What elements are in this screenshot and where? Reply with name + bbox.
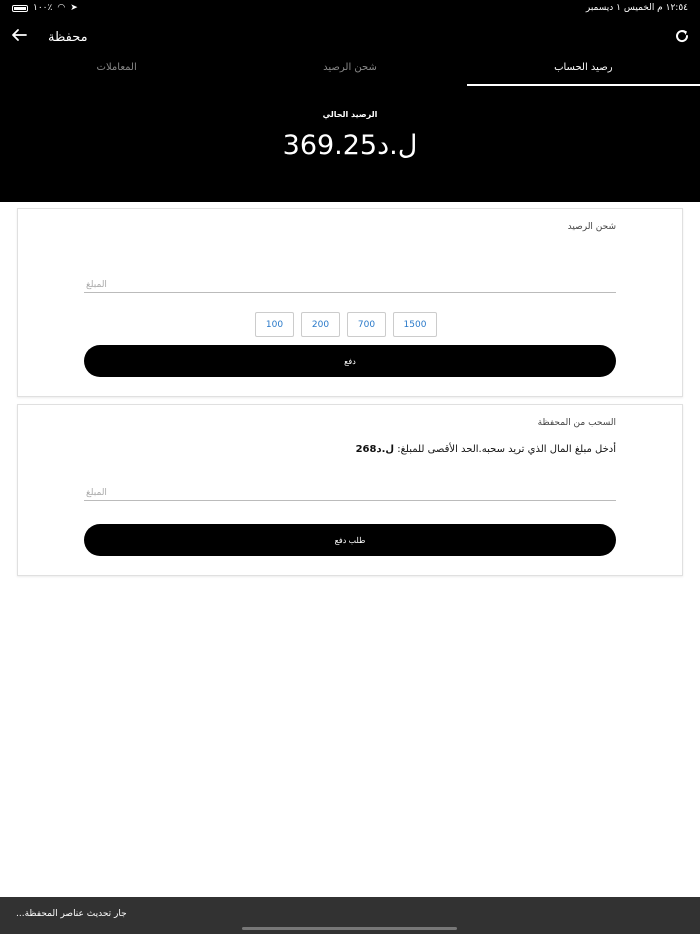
max-amount: ل.د268 <box>355 444 395 455</box>
chip-200[interactable]: 200 <box>301 312 340 337</box>
snackbar: جار تحديث عناصر المحفظة... <box>0 897 700 934</box>
chip-700[interactable]: 700 <box>347 312 386 337</box>
balance-label: الرصيد الحالي <box>322 110 378 119</box>
wifi-icon: ◠ <box>57 2 66 13</box>
wallet-header: ١٠٠٪ ◠ ➤ ١٢:٥٤ م الخميس ١ ديسمبر محفظة ا… <box>0 0 700 202</box>
battery-level: ١٠٠٪ <box>33 3 53 13</box>
battery-icon <box>12 4 28 12</box>
tab-transactions[interactable]: المعاملات <box>0 58 233 86</box>
request-payment-button[interactable]: طلب دفع <box>84 524 616 556</box>
topup-card: شحن الرصيد 100 200 700 1500 دفع <box>17 208 683 397</box>
topup-title: شحن الرصيد <box>567 222 616 232</box>
status-indicators: ١٠٠٪ ◠ ➤ <box>12 3 78 13</box>
app-bar: محفظة <box>0 22 700 56</box>
chip-100[interactable]: 100 <box>255 312 294 337</box>
location-icon: ➤ <box>70 2 78 13</box>
withdraw-amount-input[interactable] <box>84 485 616 501</box>
chip-1500[interactable]: 1500 <box>393 312 437 337</box>
withdraw-title: السحب من المحفظة <box>537 418 616 428</box>
withdraw-card: السحب من المحفظة أدخل مبلغ المال الذي تر… <box>17 404 683 576</box>
pay-button[interactable]: دفع <box>84 345 616 377</box>
withdraw-description: أدخل مبلغ المال الذي تريد سحبه.الحد الأق… <box>356 444 616 455</box>
tab-account-balance[interactable]: رصيد الحساب <box>466 58 700 86</box>
snackbar-text: جار تحديث عناصر المحفظة... <box>16 909 127 919</box>
refresh-icon[interactable] <box>674 28 690 44</box>
status-time: ١٢:٥٤ م الخميس ١ ديسمبر <box>585 3 688 13</box>
back-arrow-icon[interactable] <box>8 24 30 46</box>
amount-chips: 100 200 700 1500 <box>255 312 437 337</box>
withdraw-description-text: أدخل مبلغ المال الذي تريد سحبه.الحد الأق… <box>394 444 616 455</box>
home-indicator <box>242 927 457 930</box>
topup-amount-input[interactable] <box>84 277 616 293</box>
tab-topup[interactable]: شحن الرصيد <box>233 58 466 86</box>
balance-value: 369.25ل.د <box>282 130 418 161</box>
tab-bar: المعاملات شحن الرصيد رصيد الحساب <box>0 58 700 86</box>
page-title: محفظة <box>48 30 88 45</box>
status-bar: ١٠٠٪ ◠ ➤ ١٢:٥٤ م الخميس ١ ديسمبر <box>0 0 700 18</box>
